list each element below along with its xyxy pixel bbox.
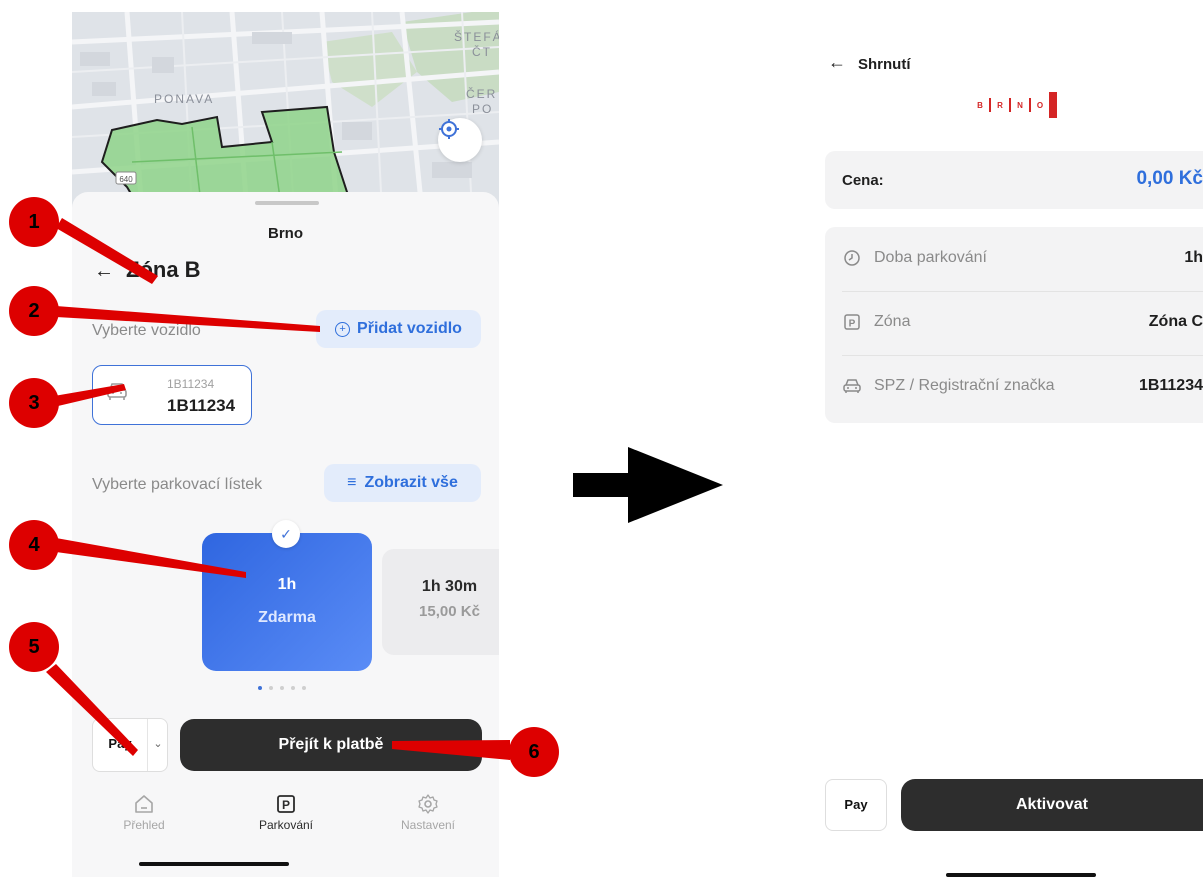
logo-letter: O [1036,100,1044,110]
detail-value: 1h [1184,249,1203,266]
price-value: 0,00 Kč [1136,168,1203,189]
annotation-pointer [56,306,320,332]
logo-letter: B [977,100,983,110]
annotation-marker-1: 1 [9,197,59,247]
detail-label: Doba parkování [874,249,987,266]
price-card: Cena: 0,00 Kč [825,151,1203,209]
activate-button[interactable]: Aktivovat [901,779,1203,831]
logo-letter: N [1017,100,1023,110]
annotation-pointer [56,538,246,578]
annotation-pointer [56,218,158,284]
annotation-pointer [392,740,510,760]
detail-row-plate: SPZ / Registrační značka 1B11234 [825,355,1203,419]
price-label: Cena: [842,172,884,189]
detail-row-zone: P Zóna Zóna C [825,291,1203,355]
logo-letter: R [997,100,1003,110]
annotation-marker-2: 2 [9,286,59,336]
transition-arrow-icon [573,447,723,523]
detail-value: 1B11234 [1138,377,1203,394]
annotation-marker-6: 6 [509,727,559,777]
annotation-marker-4: 4 [9,520,59,570]
annotation-pointer [46,664,138,756]
page-title: Shrnutí [858,56,911,73]
detail-label: SPZ / Registrační značka [874,377,1055,394]
right-phone-screen: ← Shrnutí B R N O Cena: 0,00 Kč Doba par… [808,40,1203,877]
brno-logo: B R N O [973,92,1059,118]
parking-icon: P [842,312,862,332]
detail-row-duration: Doba parkování 1h [825,227,1203,291]
detail-label: Zóna [874,313,911,330]
payment-method-label: Pay [844,797,868,812]
car-icon [842,376,862,396]
svg-text:P: P [849,319,856,330]
annotation-marker-5: 5 [9,622,59,672]
payment-method-button[interactable]: Pay [825,779,887,831]
annotation-pointer [54,384,126,406]
clock-icon [842,248,862,268]
detail-value: Zóna C [1148,313,1203,330]
summary-details-card: Doba parkování 1h P Zóna Zóna C SPZ / Re… [825,227,1203,423]
annotation-marker-3: 3 [9,378,59,428]
home-indicator [946,873,1096,877]
back-arrow-icon[interactable]: ← [828,52,846,73]
